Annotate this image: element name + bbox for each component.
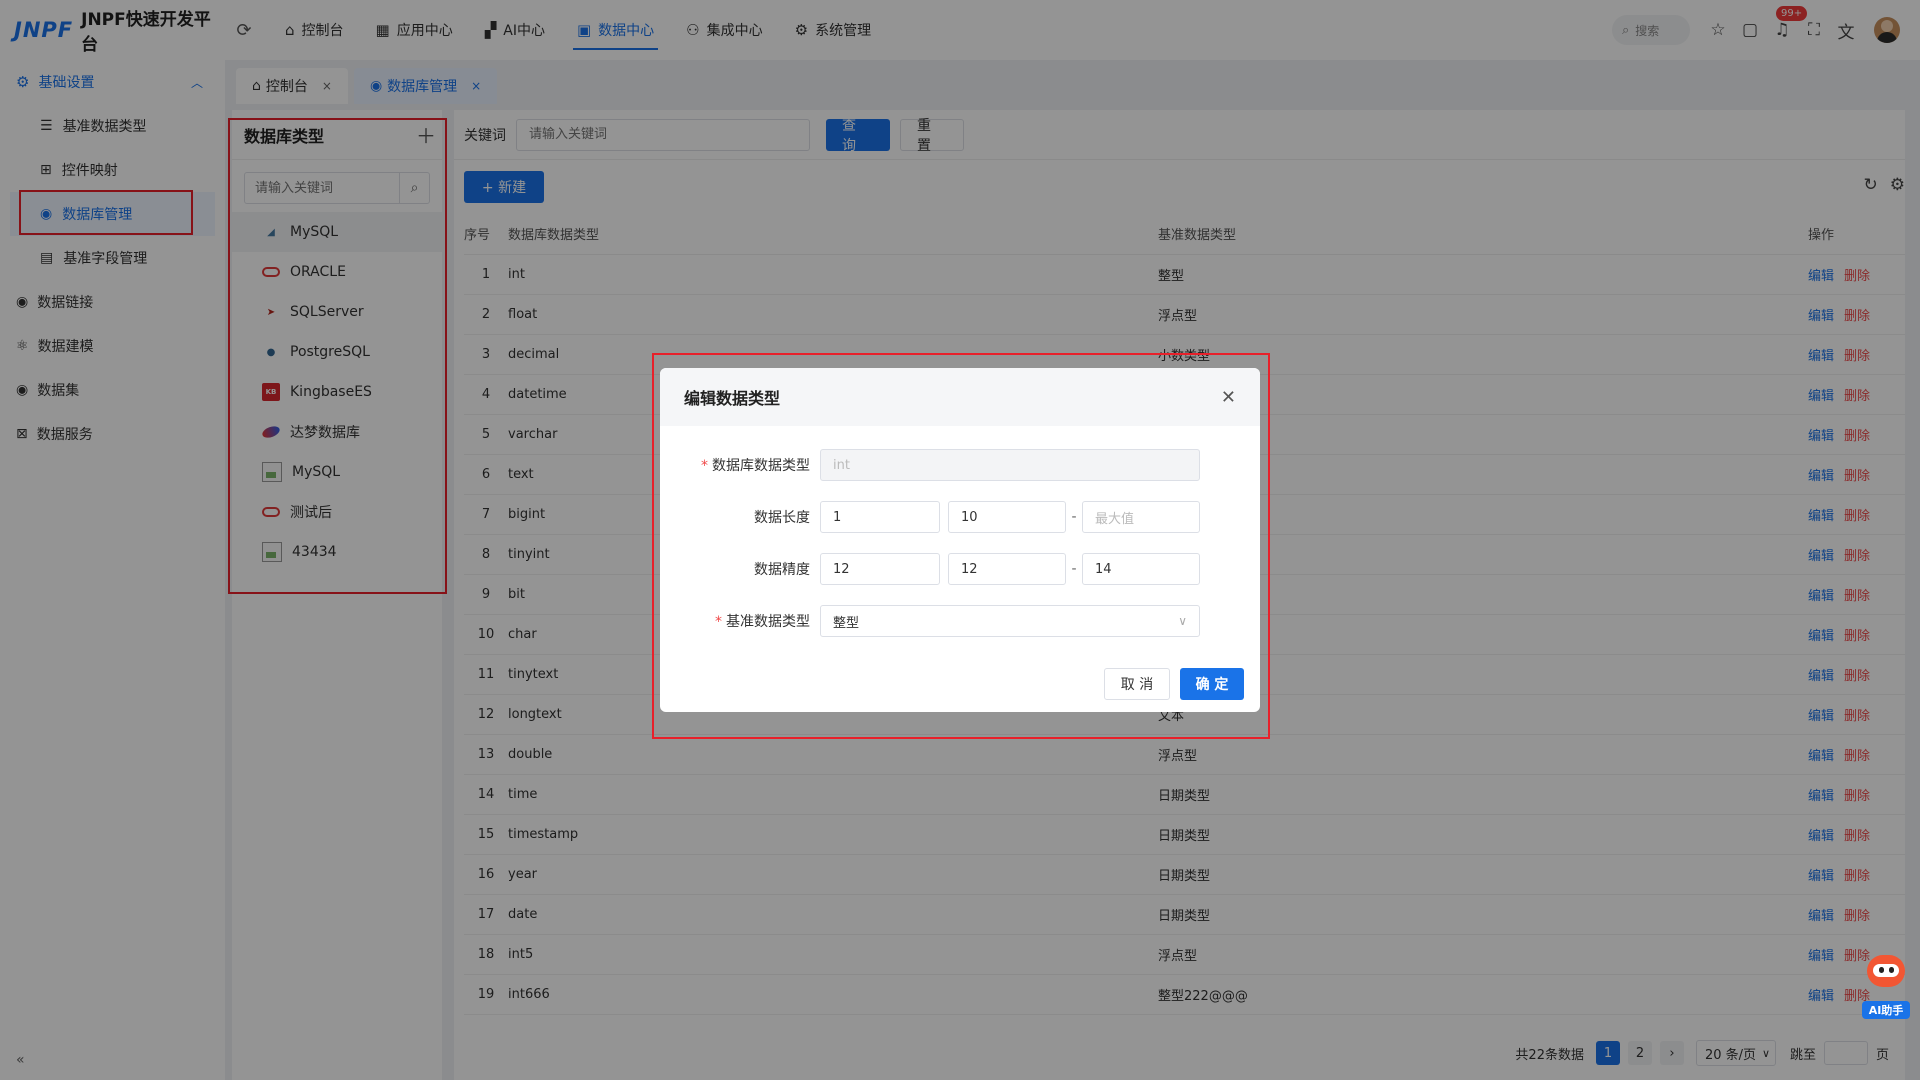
cancel-button[interactable]: 取 消 xyxy=(1104,668,1170,700)
robot-eye xyxy=(1879,967,1884,973)
precision-min-input[interactable]: 12 xyxy=(948,553,1066,585)
edit-data-type-dialog: 编辑数据类型 ✕ * 数据库数据类型 int 数据长度 1 10 - 最大值 数据… xyxy=(660,368,1260,712)
required-mark: * xyxy=(701,458,708,474)
chevron-down-icon: ∨ xyxy=(1178,614,1187,628)
precision-max-input[interactable]: 14 xyxy=(1082,553,1200,585)
close-icon[interactable]: ✕ xyxy=(1221,387,1236,408)
base-type-label: * 基准数据类型 xyxy=(715,614,810,630)
length-min-input[interactable]: 10 xyxy=(948,501,1066,533)
dialog-header: 编辑数据类型 ✕ xyxy=(660,368,1260,426)
ai-assistant-label: AI助手 xyxy=(1862,1001,1910,1019)
dialog-footer: 取 消 确 定 xyxy=(1104,668,1244,700)
form-row-precision: 数据精度 12 12 - 14 xyxy=(660,552,1260,586)
base-type-select[interactable]: 整型 ∨ xyxy=(820,605,1200,637)
form-row-base-type: * 基准数据类型 整型 ∨ xyxy=(660,604,1260,638)
range-dash: - xyxy=(1071,561,1077,577)
required-mark: * xyxy=(715,614,722,630)
form-row-length: 数据长度 1 10 - 最大值 xyxy=(660,500,1260,534)
precision-label: 数据精度 xyxy=(754,562,810,578)
range-dash: - xyxy=(1071,509,1077,525)
length-max-input[interactable]: 最大值 xyxy=(1082,501,1200,533)
ai-assistant-button[interactable]: AI助手 xyxy=(1862,955,1910,1025)
precision-default-input[interactable]: 12 xyxy=(820,553,940,585)
db-type-label: * 数据库数据类型 xyxy=(701,458,810,474)
robot-eye xyxy=(1889,967,1894,973)
robot-icon xyxy=(1867,955,1905,987)
length-default-input[interactable]: 1 xyxy=(820,501,940,533)
db-type-field: int xyxy=(820,449,1200,481)
length-label: 数据长度 xyxy=(754,510,810,526)
dialog-title: 编辑数据类型 xyxy=(684,389,781,408)
confirm-button[interactable]: 确 定 xyxy=(1180,668,1244,700)
form-row-db-type: * 数据库数据类型 int xyxy=(660,448,1260,482)
